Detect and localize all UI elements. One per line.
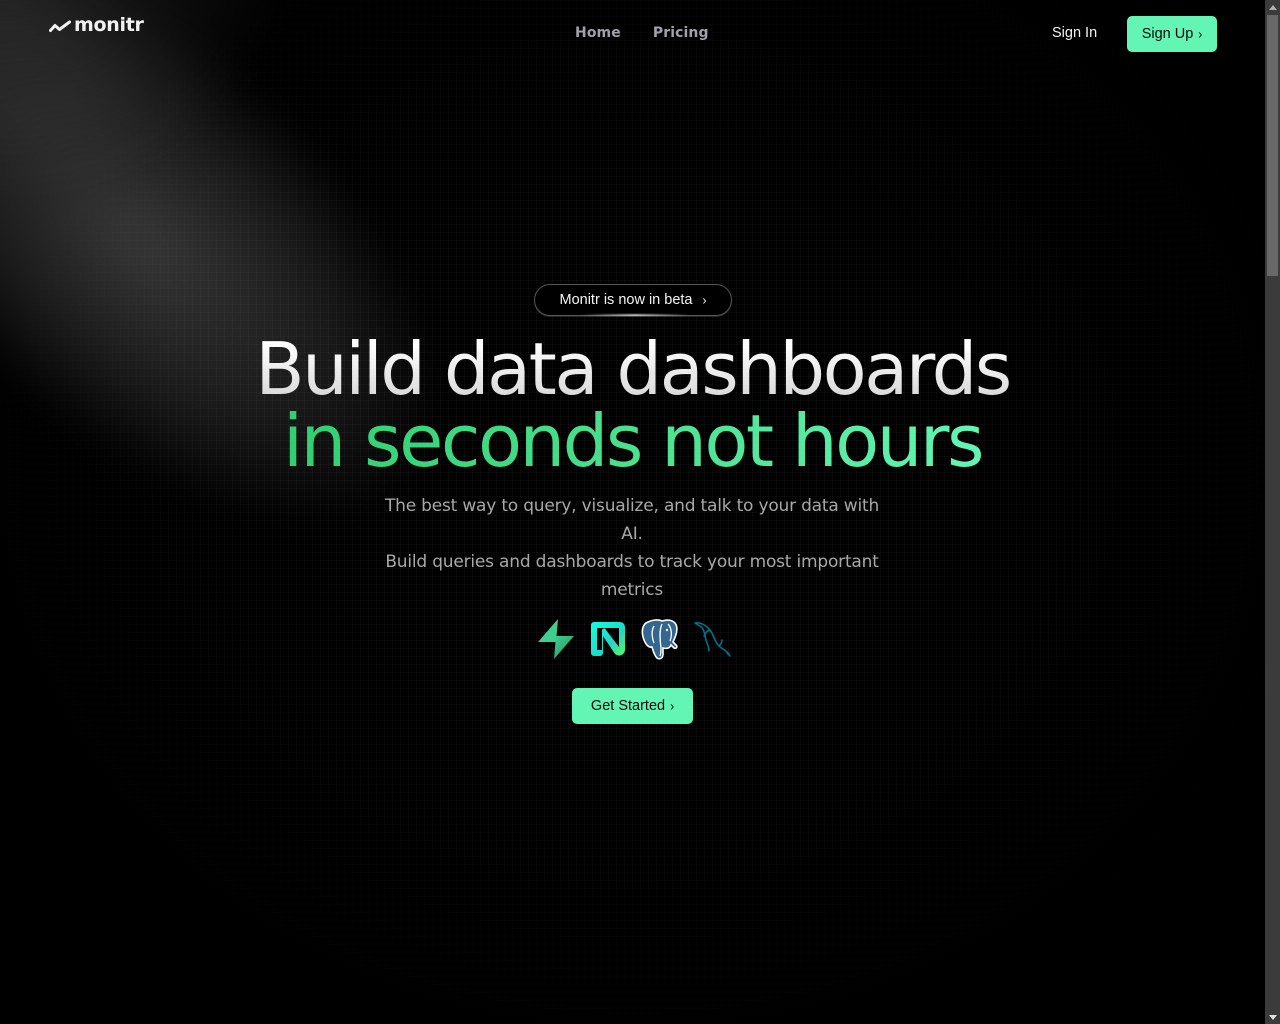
neon-icon — [588, 617, 628, 661]
scroll-down-button[interactable] — [1265, 1010, 1280, 1024]
arrow-up-icon — [1268, 4, 1277, 10]
postgresql-icon — [640, 617, 680, 661]
beta-badge[interactable]: Monitr is now in beta › — [534, 284, 732, 316]
get-started-button[interactable]: Get Started › — [572, 688, 693, 724]
chevron-right-icon: › — [1198, 26, 1203, 42]
hero-title-line2: in seconds not hours — [0, 398, 1265, 484]
landing-page: monitr Home Pricing Sign In Sign Up › Mo… — [0, 0, 1265, 1024]
supabase-icon — [536, 617, 576, 661]
get-started-label: Get Started — [590, 698, 666, 714]
nav-home[interactable]: Home — [575, 25, 621, 41]
chevron-right-icon: › — [670, 698, 675, 714]
hero-subtitle-line1: The best way to query, visualize, and ta… — [384, 496, 880, 544]
scrollbar-thumb[interactable] — [1267, 15, 1278, 276]
arrow-down-icon — [1268, 1014, 1277, 1020]
chevron-right-icon: › — [702, 292, 707, 308]
badge-glow — [580, 314, 690, 316]
vertical-scrollbar[interactable] — [1265, 0, 1280, 1024]
site-header: monitr Home Pricing Sign In Sign Up › — [0, 0, 1265, 68]
integrations-row — [536, 617, 732, 661]
brand-logo[interactable]: monitr — [49, 14, 144, 36]
sign-up-button[interactable]: Sign Up › — [1127, 16, 1217, 52]
trend-line-icon — [49, 20, 71, 32]
main-nav: Home Pricing — [575, 25, 709, 41]
sign-in-link[interactable]: Sign In — [1052, 25, 1097, 41]
scroll-up-button[interactable] — [1265, 0, 1280, 14]
brand-name: monitr — [74, 14, 144, 36]
hero-subtitle-line2: Build queries and dashboards to track yo… — [385, 552, 879, 600]
beta-badge-label: Monitr is now in beta — [559, 292, 693, 308]
hero-subtitle: The best way to query, visualize, and ta… — [372, 492, 892, 604]
hero-title-highlight: in seconds not hours — [283, 399, 984, 483]
mysql-icon — [692, 617, 732, 661]
nav-pricing[interactable]: Pricing — [653, 25, 709, 41]
sign-up-label: Sign Up — [1141, 26, 1194, 42]
